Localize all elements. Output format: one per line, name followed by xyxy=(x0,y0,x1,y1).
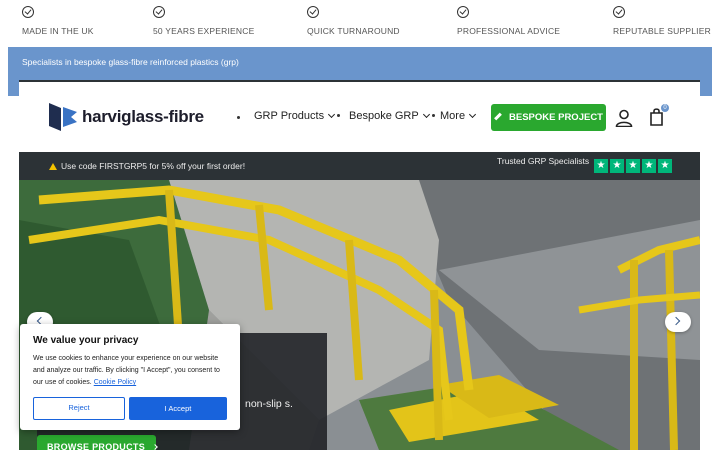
star-icon xyxy=(610,159,624,173)
chevron-right-icon xyxy=(152,444,158,450)
nav-label: Bespoke GRP xyxy=(349,110,419,122)
nav-bespoke-grp[interactable]: Bespoke GRP xyxy=(349,110,435,126)
usp-label: QUICK TURNAROUND xyxy=(307,26,400,36)
star-icon xyxy=(594,159,608,173)
cart-count-badge: 0 xyxy=(661,104,669,112)
nav-separator xyxy=(237,116,240,119)
chevron-down-icon xyxy=(469,110,477,119)
site-header: harviglass-fibre GRP Products Bespoke GR… xyxy=(19,82,700,152)
chevron-down-icon xyxy=(422,110,430,119)
account-icon[interactable] xyxy=(615,109,633,127)
check-circle-icon xyxy=(613,6,625,18)
cookie-title: We value your privacy xyxy=(33,335,139,346)
browse-products-button[interactable]: BROWSE PRODUCTS xyxy=(37,435,158,450)
tagline-text: Specialists in bespoke glass-fibre reinf… xyxy=(22,57,239,67)
hero-caption-text: non-slip s. xyxy=(245,398,293,410)
check-circle-icon xyxy=(307,6,319,18)
chevron-right-icon xyxy=(671,316,681,326)
browse-label: BROWSE PRODUCTS xyxy=(47,442,146,450)
cookie-body: We use cookies to enhance your experienc… xyxy=(33,353,229,389)
usp-label: 50 YEARS EXPERIENCE xyxy=(153,26,255,36)
nav-separator xyxy=(337,114,341,117)
usp-label: REPUTABLE SUPPLIER xyxy=(613,26,711,36)
warning-icon xyxy=(49,163,57,170)
check-circle-icon xyxy=(153,6,165,18)
nav-grp-products[interactable]: GRP Products xyxy=(254,110,341,126)
nav-separator xyxy=(431,114,435,117)
check-circle-icon xyxy=(22,6,34,18)
cookie-policy-link[interactable]: Cookie Policy xyxy=(94,379,136,386)
trust-text: Trusted GRP Specialists xyxy=(497,156,590,166)
cookie-consent-dialog: We value your privacy We use cookies to … xyxy=(20,324,240,430)
usp-label: MADE IN THE UK xyxy=(22,26,94,36)
cta-label: BESPOKE PROJECT xyxy=(509,112,603,123)
cookie-accept-button[interactable]: I Accept xyxy=(129,397,227,420)
logo-text: harviglass-fibre xyxy=(82,107,204,126)
bespoke-project-button[interactable]: BESPOKE PROJECT xyxy=(491,104,606,131)
star-icon xyxy=(626,159,640,173)
usp-label: PROFESSIONAL ADVICE xyxy=(457,26,561,36)
chevron-down-icon xyxy=(328,110,336,119)
nav-label: GRP Products xyxy=(254,110,325,122)
nav-label: More xyxy=(440,110,466,122)
cookie-reject-button[interactable]: Reject xyxy=(33,397,125,420)
star-icon xyxy=(658,159,672,173)
slider-next-button[interactable] xyxy=(665,312,691,332)
site-logo[interactable]: harviglass-fibre xyxy=(49,102,209,132)
logo-mark-icon xyxy=(49,103,77,131)
nav-more[interactable]: More xyxy=(440,110,477,126)
star-icon xyxy=(642,159,656,173)
pencil-icon xyxy=(494,112,502,121)
promo-text: Use code FIRSTGRP5 for 5% off your first… xyxy=(61,161,246,171)
check-circle-icon xyxy=(457,6,469,18)
promo-bar: Use code FIRSTGRP5 for 5% off your first… xyxy=(19,152,700,180)
usp-bar: MADE IN THE UK 50 YEARS EXPERIENCE QUICK… xyxy=(0,0,720,46)
